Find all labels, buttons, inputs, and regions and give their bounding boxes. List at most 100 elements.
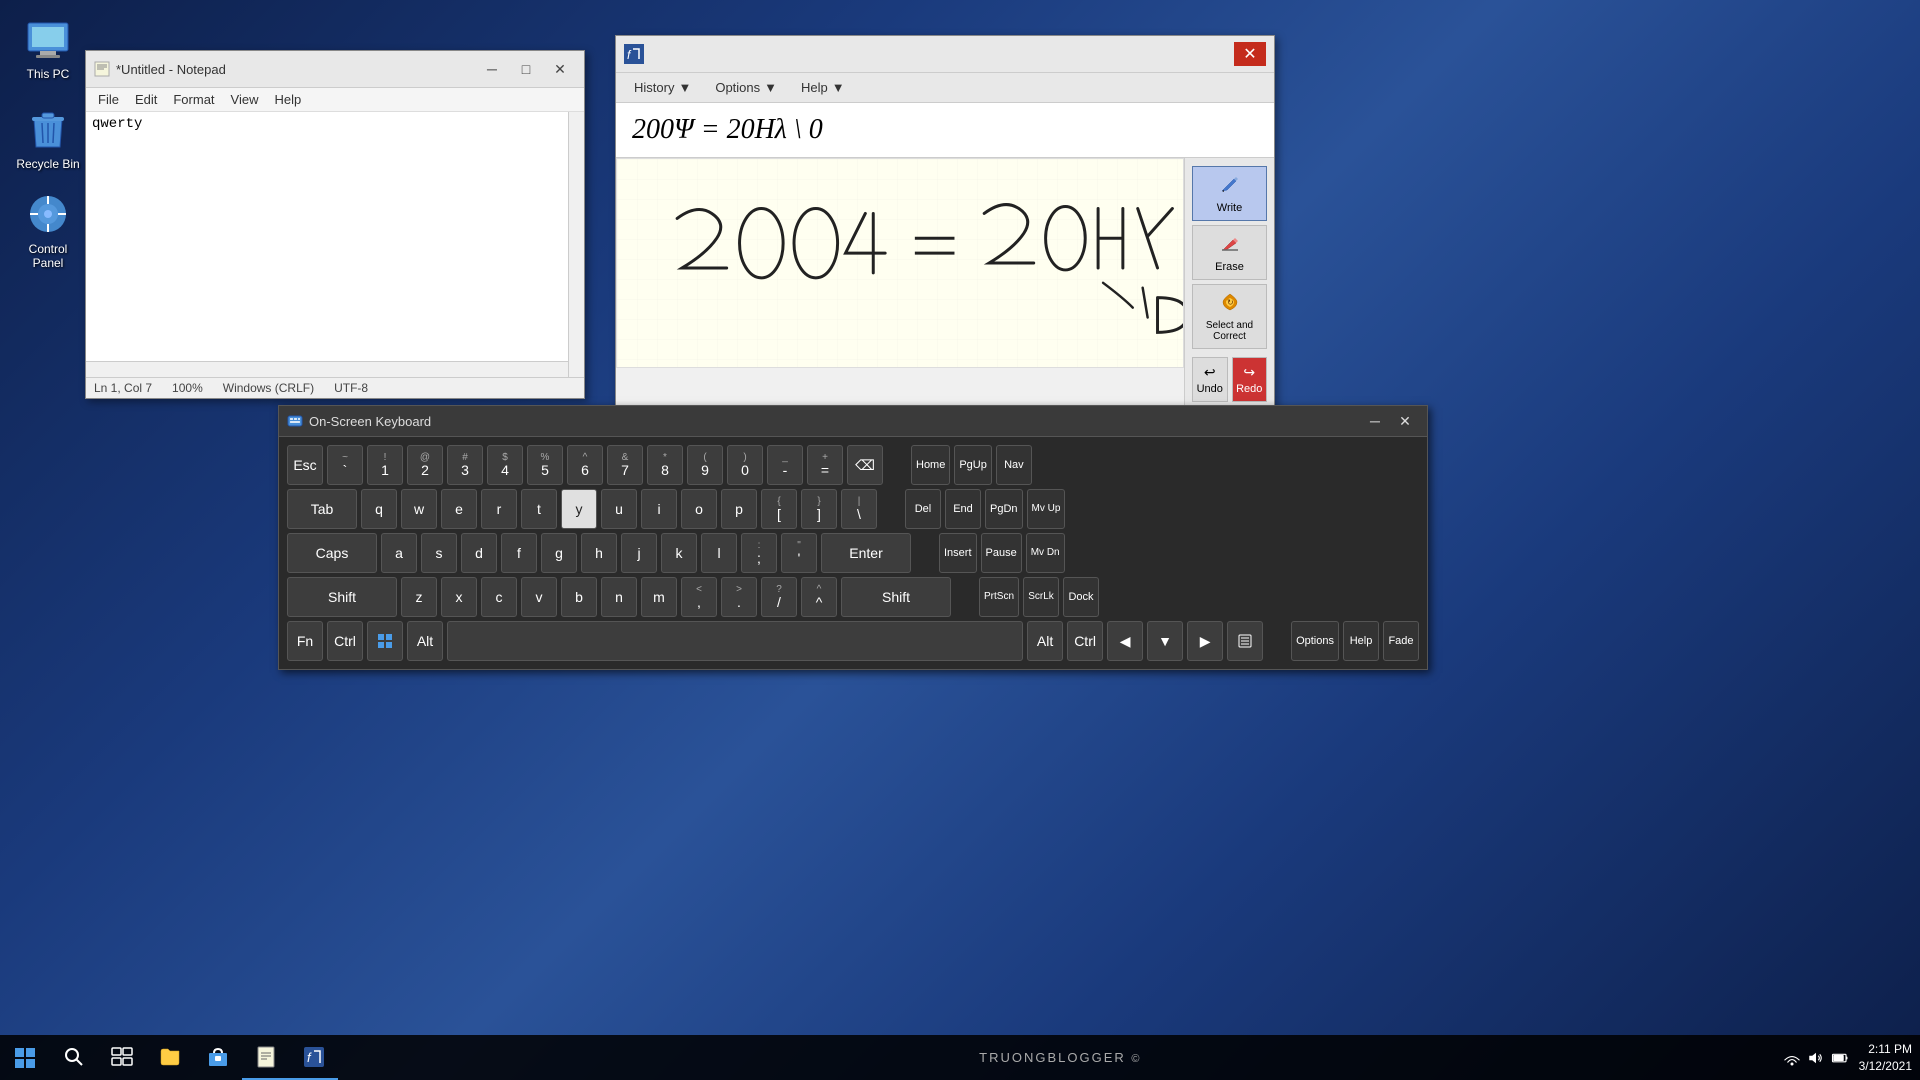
osk-key-1[interactable]: !1 [367,445,403,485]
math-tool-select-correct-button[interactable]: ↻ Select and Correct [1192,284,1267,349]
notepad-close-button[interactable]: ✕ [544,57,576,81]
osk-key-2[interactable]: @2 [407,445,443,485]
osk-key-n[interactable]: n [601,577,637,617]
osk-key-insert[interactable]: Insert [939,533,977,573]
osk-key-period[interactable]: >. [721,577,757,617]
osk-key-slash[interactable]: ?/ [761,577,797,617]
osk-key-semicolon[interactable]: :; [741,533,777,573]
osk-key-backspace[interactable]: ⌫ [847,445,883,485]
math-panel-close-button[interactable]: ✕ [1234,42,1266,66]
osk-key-d[interactable]: d [461,533,497,573]
math-drawing-canvas[interactable] [616,158,1184,368]
desktop-icon-control-panel[interactable]: Control Panel [8,185,88,275]
osk-key-r[interactable]: r [481,489,517,529]
osk-key-x[interactable]: x [441,577,477,617]
osk-key-g[interactable]: g [541,533,577,573]
osk-key-win[interactable] [367,621,403,661]
osk-key-del[interactable]: Del [905,489,941,529]
desktop-icon-recycle-bin[interactable]: Recycle Bin [8,100,88,176]
osk-key-caret[interactable]: ^^ [801,577,837,617]
taskbar-file-explorer-button[interactable] [146,1035,194,1080]
osk-key-shift-left[interactable]: Shift [287,577,397,617]
osk-key-arrow-right[interactable]: ▶ [1187,621,1223,661]
osk-key-scrlk[interactable]: ScrLk [1023,577,1059,617]
notepad-menu-help[interactable]: Help [266,90,309,109]
osk-key-z[interactable]: z [401,577,437,617]
notepad-minimize-button[interactable]: ─ [476,57,508,81]
math-tool-redo-button[interactable]: ↪ Redo [1232,357,1268,402]
osk-key-quote[interactable]: "' [781,533,817,573]
osk-key-ctrl-left[interactable]: Ctrl [327,621,363,661]
osk-key-home[interactable]: Home [911,445,950,485]
osk-key-nav[interactable]: Nav [996,445,1032,485]
osk-close-button[interactable]: ✕ [1391,410,1419,432]
notepad-scrollbar-horizontal[interactable] [86,361,568,377]
osk-key-prtscn[interactable]: PrtScn [979,577,1019,617]
osk-key-k[interactable]: k [661,533,697,573]
notepad-maximize-button[interactable]: □ [510,57,542,81]
osk-key-lbracket[interactable]: {[ [761,489,797,529]
osk-key-comma[interactable]: <, [681,577,717,617]
math-tool-write-button[interactable]: Write [1192,166,1267,221]
osk-key-minus[interactable]: _- [767,445,803,485]
osk-key-backtick[interactable]: ~` [327,445,363,485]
osk-key-caps[interactable]: Caps [287,533,377,573]
notepad-menu-file[interactable]: File [90,90,127,109]
osk-key-arrow-down[interactable]: ▼ [1147,621,1183,661]
taskbar-clock[interactable]: 2:11 PM 3/12/2021 [1859,1041,1920,1075]
math-toolbar-history[interactable]: History ▼ [624,77,701,98]
osk-key-8[interactable]: *8 [647,445,683,485]
osk-key-space[interactable] [447,621,1023,661]
notepad-menu-format[interactable]: Format [165,90,222,109]
osk-key-tab[interactable]: Tab [287,489,357,529]
osk-key-arrow-left[interactable]: ◀ [1107,621,1143,661]
osk-key-7[interactable]: &7 [607,445,643,485]
osk-key-mvup[interactable]: Mv Up [1027,489,1066,529]
osk-key-s[interactable]: s [421,533,457,573]
osk-key-b[interactable]: b [561,577,597,617]
osk-key-enter[interactable]: Enter [821,533,911,573]
math-toolbar-options[interactable]: Options ▼ [705,77,787,98]
osk-key-equals[interactable]: += [807,445,843,485]
osk-key-p[interactable]: p [721,489,757,529]
osk-key-q[interactable]: q [361,489,397,529]
math-tool-erase-button[interactable]: Erase [1192,225,1267,280]
osk-key-mvdn[interactable]: Mv Dn [1026,533,1065,573]
osk-key-y[interactable]: y [561,489,597,529]
osk-key-alt-left[interactable]: Alt [407,621,443,661]
taskbar-notepad-taskbar-btn[interactable] [242,1035,290,1080]
osk-key-options[interactable]: Options [1291,621,1339,661]
osk-key-0[interactable]: )0 [727,445,763,485]
taskbar-task-view-button[interactable] [98,1035,146,1080]
osk-key-5[interactable]: %5 [527,445,563,485]
osk-key-i[interactable]: i [641,489,677,529]
math-tool-undo-button[interactable]: ↩ Undo [1192,357,1228,402]
osk-key-o[interactable]: o [681,489,717,529]
osk-key-4[interactable]: $4 [487,445,523,485]
osk-key-pgdn[interactable]: PgDn [985,489,1023,529]
osk-key-pause[interactable]: Pause [981,533,1022,573]
notepad-scrollbar-vertical[interactable] [568,112,584,377]
osk-key-u[interactable]: u [601,489,637,529]
osk-key-6[interactable]: ^6 [567,445,603,485]
osk-key-context[interactable] [1227,621,1263,661]
osk-minimize-button[interactable]: ─ [1361,410,1389,432]
osk-key-fn[interactable]: Fn [287,621,323,661]
taskbar-search-button[interactable] [50,1035,98,1080]
osk-key-ctrl-right[interactable]: Ctrl [1067,621,1103,661]
osk-key-rbracket[interactable]: }] [801,489,837,529]
osk-key-fade[interactable]: Fade [1383,621,1419,661]
desktop-icon-this-pc[interactable]: This PC [8,10,88,86]
osk-key-esc[interactable]: Esc [287,445,323,485]
osk-key-pgup[interactable]: PgUp [954,445,992,485]
osk-key-j[interactable]: j [621,533,657,573]
taskbar-math-panel-btn[interactable]: f [290,1035,338,1080]
notepad-menu-edit[interactable]: Edit [127,90,165,109]
osk-key-backslash[interactable]: |\ [841,489,877,529]
taskbar-store-button[interactable] [194,1035,242,1080]
osk-key-a[interactable]: a [381,533,417,573]
notepad-menu-view[interactable]: View [223,90,267,109]
osk-key-end[interactable]: End [945,489,981,529]
osk-key-c[interactable]: c [481,577,517,617]
osk-key-t[interactable]: t [521,489,557,529]
